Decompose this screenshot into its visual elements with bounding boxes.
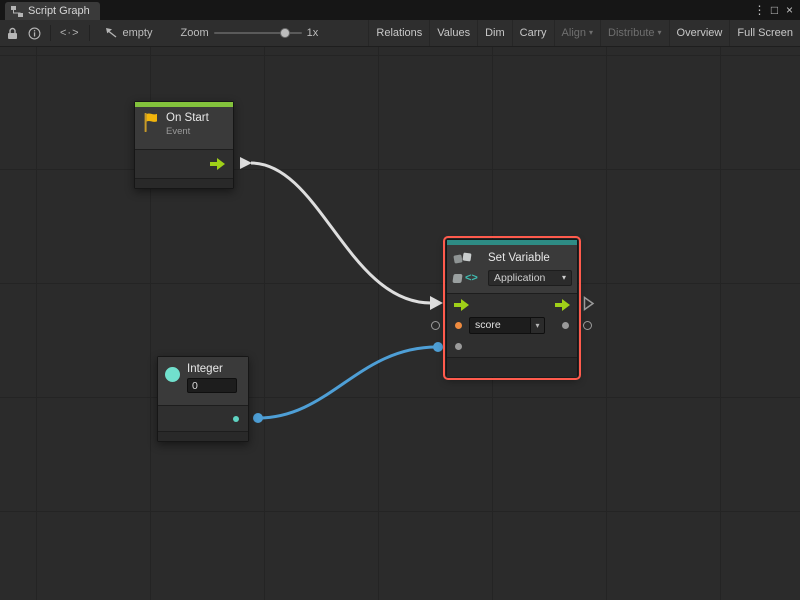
align-button[interactable]: Align▾ — [554, 20, 600, 46]
on-start-title: On Start — [166, 112, 209, 124]
code-icon: <> — [453, 272, 483, 284]
integer-title: Integer — [187, 363, 237, 375]
info-icon[interactable] — [28, 27, 41, 40]
window-controls: ⋮ □ × — [752, 0, 797, 20]
flow-input-port[interactable] — [454, 299, 469, 311]
close-icon[interactable]: × — [782, 0, 797, 20]
zoom-slider-knob[interactable] — [280, 28, 290, 38]
dropdown-caret-icon: ▾ — [658, 29, 662, 37]
maximize-icon[interactable]: □ — [767, 0, 782, 20]
variable-scope-dropdown[interactable]: Application ▾ — [488, 270, 572, 286]
variable-name-port[interactable] — [455, 322, 462, 329]
node-set-variable[interactable]: Set Variable <> Application ▾ — [446, 239, 578, 377]
variable-scope-value: Application — [494, 272, 545, 284]
overview-button[interactable]: Overview — [669, 20, 730, 46]
integer-output-port[interactable] — [233, 416, 239, 422]
chip-icon — [452, 274, 462, 283]
integer-footer — [158, 431, 248, 441]
graph-pointer-label: empty — [123, 27, 153, 39]
on-start-ports — [135, 149, 233, 178]
set-variable-ports: score ▾ — [447, 293, 577, 357]
flow-output-port[interactable] — [555, 299, 570, 311]
on-start-footer — [135, 178, 233, 188]
flow-wire-arrowhead — [430, 296, 443, 310]
node-on-start[interactable]: On Start Event — [134, 101, 234, 189]
dropdown-caret-icon: ▾ — [589, 29, 593, 37]
script-graph-window: Script Graph ⋮ □ × <·> — [0, 0, 800, 600]
full-screen-button[interactable]: Full Screen — [729, 20, 800, 46]
on-start-text: On Start Event — [166, 112, 209, 137]
on-start-subtitle: Event — [166, 126, 209, 137]
variable-output-ring[interactable] — [583, 321, 592, 330]
titlebar: Script Graph ⋮ □ × — [0, 0, 800, 20]
wires-layer — [0, 47, 800, 600]
variable-name-dropdown[interactable]: score ▾ — [469, 317, 545, 334]
integer-text: Integer 0 — [187, 363, 237, 393]
lock-icon[interactable] — [7, 27, 18, 40]
variable-output-port[interactable] — [562, 322, 569, 329]
graph-pointer-icon — [105, 27, 118, 39]
graph-icon — [11, 6, 23, 17]
variable-name-ring[interactable] — [431, 321, 440, 330]
flow-wire[interactable] — [251, 163, 431, 303]
dropdown-caret-icon: ▾ — [562, 274, 566, 282]
tab-title: Script Graph — [28, 5, 90, 17]
value-wire[interactable] — [258, 347, 437, 418]
value-input-row — [447, 336, 577, 357]
graph-toolbar: <·> empty Zoom 1x Relations Values Dim C… — [0, 20, 800, 47]
dropdown-caret-box[interactable]: ▾ — [530, 318, 544, 333]
relations-button[interactable]: Relations — [368, 20, 429, 46]
variables-icon — [453, 252, 483, 265]
set-variable-title: Set Variable — [488, 252, 572, 264]
value-wire-end-dot — [433, 342, 443, 352]
graph-canvas[interactable]: On Start Event Set V — [0, 47, 800, 600]
window-menu-icon[interactable]: ⋮ — [752, 0, 767, 20]
zoom-value: 1x — [307, 27, 319, 39]
value-input-port[interactable] — [455, 343, 462, 350]
integer-value-field[interactable]: 0 — [187, 378, 237, 393]
flow-port-row — [447, 294, 577, 315]
toolbar-separator — [50, 25, 51, 41]
zoom-slider[interactable] — [214, 27, 302, 39]
values-button[interactable]: Values — [429, 20, 477, 46]
variable-name-value: score — [470, 318, 530, 333]
tab-script-graph[interactable]: Script Graph — [5, 2, 100, 20]
integer-header: Integer 0 — [158, 357, 248, 405]
carry-button[interactable]: Carry — [512, 20, 554, 46]
toolbar-separator — [89, 25, 90, 41]
flag-icon — [142, 112, 160, 134]
flow-output-port[interactable] — [210, 158, 225, 170]
toolbar-buttons: Relations Values Dim Carry Align▾ Distri… — [368, 20, 800, 46]
inspect-icon[interactable]: <·> — [60, 27, 80, 39]
on-start-header: On Start Event — [135, 107, 233, 149]
distribute-button[interactable]: Distribute▾ — [600, 20, 668, 46]
node-integer[interactable]: Integer 0 — [157, 356, 249, 442]
variable-name-row: score ▾ — [447, 315, 577, 336]
flow-wire-start-triangle — [240, 157, 252, 169]
zoom-label: Zoom — [180, 27, 208, 39]
dim-button[interactable]: Dim — [477, 20, 512, 46]
integer-ports — [158, 405, 248, 431]
dropdown-caret-icon: ▾ — [535, 322, 539, 330]
integer-icon — [165, 367, 180, 382]
set-variable-footer — [447, 357, 577, 377]
flow-continuation-triangle[interactable] — [583, 296, 595, 311]
value-wire-start-dot — [253, 413, 263, 423]
set-variable-header: Set Variable <> Application ▾ — [447, 245, 577, 293]
